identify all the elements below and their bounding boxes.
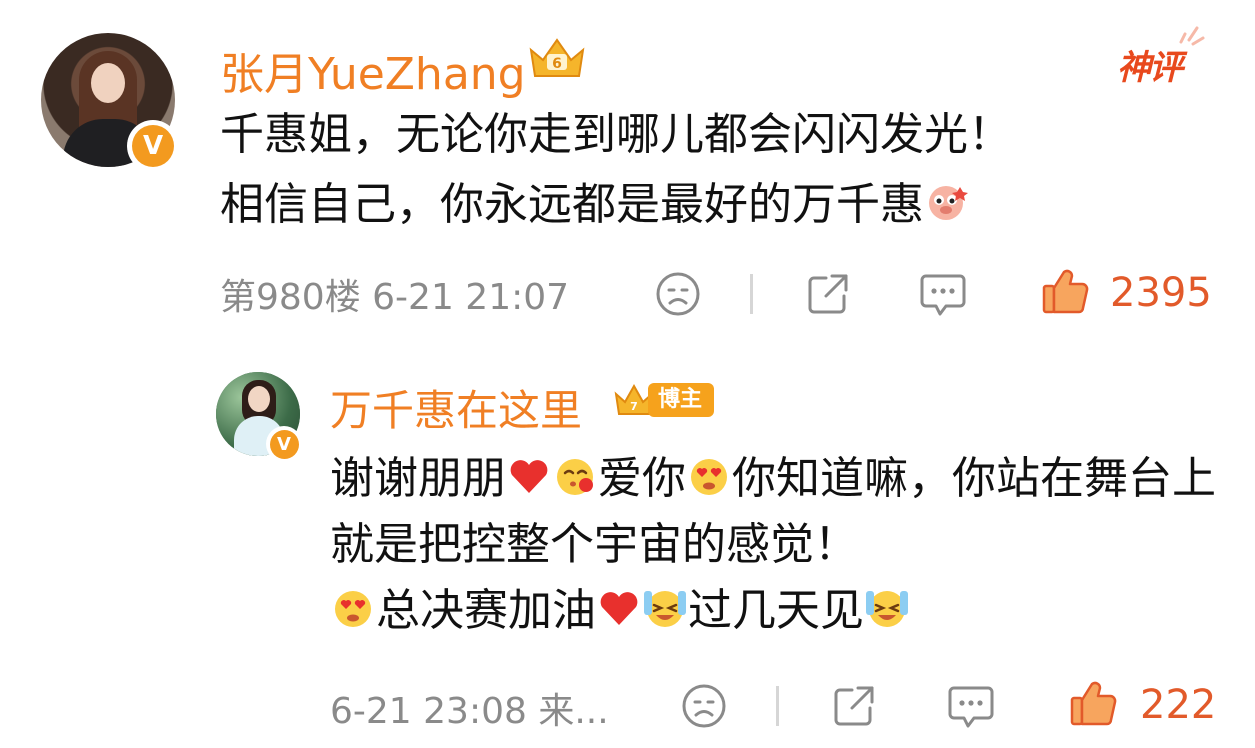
svg-text:7: 7 <box>630 400 638 413</box>
comment-line-2: 相信自己，你永远都是最好的万千惠 <box>220 170 1180 240</box>
comment-line-1: 千惠姐，无论你走到哪儿都会闪闪发光！ <box>220 109 1012 160</box>
cute-pig-emoji-icon <box>929 186 968 220</box>
action-divider <box>776 686 779 726</box>
blogger-role-badge: 博主 <box>648 383 715 417</box>
svg-text:6: 6 <box>552 56 562 72</box>
avatar-face <box>248 386 270 412</box>
avatar-face <box>91 63 125 103</box>
like-count: 222 <box>1140 682 1217 728</box>
action-divider <box>750 274 753 314</box>
reply-comment-icon[interactable] <box>946 682 996 730</box>
share-icon[interactable] <box>830 682 878 730</box>
like-thumb-icon[interactable] <box>1040 266 1090 316</box>
sparkle-icon <box>1179 26 1205 46</box>
red-heart-icon <box>600 592 638 625</box>
verified-badge-icon: V <box>127 120 179 172</box>
dislike-face-icon[interactable] <box>680 682 728 730</box>
comment-text: 千惠姐，无论你走到哪儿都会闪闪发光！ 相信自己，你永远都是最好的万千惠 <box>220 100 1180 240</box>
reply-text: 谢谢朋朋 爱你 你知道嘛，你站在舞台上就是把控整个宇宙的感觉！ 总决赛加油 过几… <box>330 453 1216 636</box>
author-name[interactable]: 张月YueZhang <box>220 38 526 102</box>
reply-author-name[interactable]: 万千惠在这里 <box>330 377 582 438</box>
verified-badge-icon: V <box>266 426 302 462</box>
reply-comment-icon[interactable] <box>918 270 968 318</box>
kissing-face-emoji-icon <box>557 459 593 495</box>
crying-laughing-emoji-icon <box>866 591 908 627</box>
like-count: 2395 <box>1110 270 1212 316</box>
fan-level-crown-icon[interactable]: 6 <box>525 32 589 84</box>
crying-laughing-emoji-icon <box>644 591 686 627</box>
reply-timestamp-source: 6-21 23:08 来... <box>330 691 609 732</box>
red-heart-icon <box>510 460 548 493</box>
share-icon[interactable] <box>804 270 852 318</box>
top-comment-tag: 神评 <box>1117 48 1183 88</box>
dislike-face-icon[interactable] <box>654 270 702 318</box>
heart-eyes-emoji-icon <box>335 591 371 627</box>
floor-and-timestamp: 第980楼 6-21 21:07 <box>220 277 570 318</box>
heart-eyes-emoji-icon <box>691 459 727 495</box>
like-thumb-icon[interactable] <box>1068 678 1118 728</box>
